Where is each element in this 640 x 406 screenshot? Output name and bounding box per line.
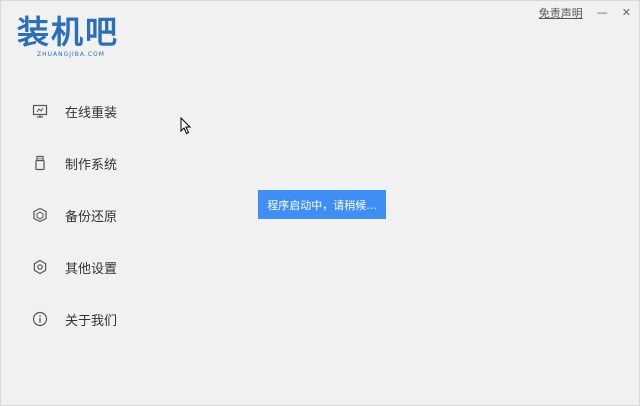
sidebar-item-online-reinstall[interactable]: 在线重装: [31, 85, 201, 137]
gear-icon: [31, 258, 49, 276]
loading-toast: 程序启动中，请稍候...: [258, 190, 386, 219]
sidebar-item-make-system[interactable]: 制作系统: [31, 137, 201, 189]
sidebar-item-label: 其他设置: [65, 261, 118, 277]
app-logo: 装机吧 ZHUANGJIBA.COM: [17, 13, 147, 61]
backup-icon: [31, 206, 49, 224]
info-icon: [31, 310, 49, 328]
usb-icon: [31, 154, 49, 172]
monitor-icon: [31, 102, 49, 120]
sidebar-item-label: 备份还原: [65, 209, 118, 225]
sidebar-item-other-settings[interactable]: 其他设置: [31, 241, 201, 293]
sidebar-item-label: 制作系统: [65, 157, 118, 173]
sidebar-item-backup-restore[interactable]: 备份还原: [31, 189, 201, 241]
mouse-pointer-icon: [180, 116, 192, 139]
close-button[interactable]: ✕: [622, 6, 631, 20]
logo-title: 装机吧: [17, 13, 120, 51]
sidebar-item-label: 在线重装: [65, 105, 118, 121]
minimize-button[interactable]: —: [597, 6, 608, 20]
sidebar-nav: 在线重装 制作系统 备份还原 其他设置 关于我们: [31, 85, 201, 345]
sidebar-item-label: 关于我们: [65, 313, 118, 329]
app-window: 装机吧 ZHUANGJIBA.COM 免责声明 — ✕ 在线重装 制作系统 备份…: [0, 0, 640, 406]
sidebar-item-about-us[interactable]: 关于我们: [31, 293, 201, 345]
logo-subtitle: ZHUANGJIBA.COM: [37, 51, 105, 58]
disclaimer-link[interactable]: 免责声明: [539, 5, 583, 21]
title-bar-controls: 免责声明 — ✕: [539, 5, 631, 21]
